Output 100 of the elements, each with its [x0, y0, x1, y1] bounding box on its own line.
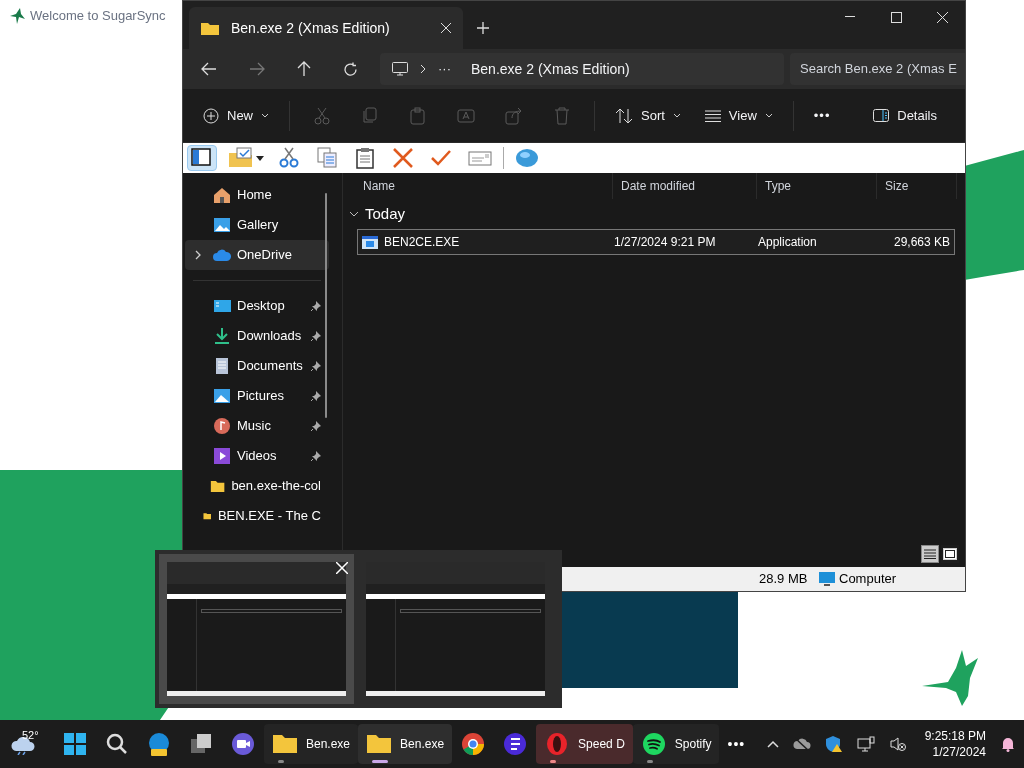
cloud-off-icon[interactable]: [792, 737, 811, 751]
status-zone: Computer: [839, 570, 897, 589]
up-icon[interactable]: [297, 61, 311, 77]
chrome-icon: [460, 731, 487, 757]
music-app-button[interactable]: Spotify: [632, 724, 720, 764]
network-icon[interactable]: [856, 736, 875, 752]
nav-item[interactable]: Pictures: [185, 381, 329, 411]
new-button[interactable]: New: [191, 98, 281, 133]
details-button[interactable]: Details: [861, 98, 949, 133]
pin-icon: [311, 331, 321, 341]
chevron-right-icon: [420, 64, 426, 74]
more-button[interactable]: •••: [719, 724, 754, 764]
file-name: BEN2CE.EXE: [384, 234, 460, 251]
more-button[interactable]: •••: [801, 98, 843, 133]
computer-icon: [392, 62, 408, 76]
spotify-icon: [640, 731, 667, 757]
nav-item[interactable]: Downloads: [185, 321, 329, 351]
plus-icon: [477, 22, 489, 34]
nav-item[interactable]: OneDrive: [185, 240, 329, 270]
documents-icon: [213, 357, 231, 375]
pane-icon: [190, 147, 214, 169]
column-header[interactable]: Name: [343, 173, 613, 199]
copy-icon: [316, 147, 340, 169]
group-header: Today: [365, 203, 406, 224]
address-path: Ben.exe 2 (Xmas Edition): [471, 59, 630, 79]
address-bar[interactable]: ··· Ben.exe 2 (Xmas Edition): [380, 53, 784, 85]
pictures-icon: [213, 387, 231, 405]
nav-item[interactable]: Desktop: [185, 291, 329, 321]
path-overflow-button[interactable]: ···: [438, 59, 451, 79]
dropdown-caret-icon: [256, 155, 264, 161]
start-icon: [62, 731, 88, 757]
close-icon[interactable]: [441, 23, 451, 33]
tab[interactable]: Ben.exe 2 (Xmas Edition): [189, 7, 463, 49]
videos-icon: [213, 447, 231, 465]
nav-item[interactable]: Gallery: [185, 210, 329, 240]
window-preview[interactable]: [159, 554, 354, 704]
folder-icon: [201, 21, 219, 35]
list-icon: [924, 549, 936, 559]
size-cell-text: 29,663 KB: [892, 234, 951, 251]
search-field[interactable]: Search Ben.exe 2 (Xmas E: [790, 53, 965, 85]
gallery-icon: [213, 216, 231, 234]
sort-arrows-icon: [615, 107, 633, 124]
type-cell-text: Application: [758, 234, 818, 251]
folder-check-icon: [228, 147, 252, 169]
file-explorer-button[interactable]: Ben.exe: [264, 724, 359, 764]
pin-icon: [311, 451, 321, 461]
tiles-view-button[interactable]: [941, 545, 959, 563]
list-app-icon: [502, 731, 529, 757]
column-header[interactable]: Type: [757, 173, 877, 199]
refresh-icon[interactable]: [343, 61, 358, 77]
view-button[interactable]: View: [692, 98, 785, 133]
back-icon[interactable]: [201, 62, 217, 76]
browser-button[interactable]: Speed D: [536, 724, 633, 764]
home-icon: [213, 186, 231, 204]
nav-item[interactable]: Documents: [185, 351, 329, 381]
pin-icon: [311, 301, 321, 311]
window-title: Welcome to SugarSync: [30, 7, 166, 25]
sort-button[interactable]: Sort: [603, 98, 693, 133]
clock[interactable]: 9:25:18 PM 1/27/2024: [924, 728, 986, 760]
details-view-button[interactable]: [921, 545, 939, 563]
details-pane-icon: [873, 109, 890, 122]
scrollbar[interactable]: [325, 193, 327, 418]
music-icon: [213, 417, 231, 435]
pane-tool-button[interactable]: [187, 145, 217, 171]
maximize-icon: [890, 11, 902, 23]
nav-item[interactable]: Music: [185, 411, 329, 441]
application-icon: [362, 235, 378, 249]
chevron-up-icon[interactable]: [766, 740, 779, 748]
caret-icon: [672, 112, 681, 119]
date-cell-text: 1/27/2024 9:21 PM: [614, 234, 717, 251]
temperature: 52°: [22, 728, 39, 743]
lines-icon: [704, 109, 721, 122]
bell-icon[interactable]: [1000, 736, 1016, 752]
camera-icon: [230, 731, 256, 757]
nav-item[interactable]: ben.exe-the-col: [185, 471, 329, 501]
column-header[interactable]: Size: [877, 173, 957, 199]
status-size: 28.9 MB: [758, 570, 809, 589]
close-icon: [936, 11, 948, 23]
file-row[interactable]: BEN2CE.EXE 1/27/2024 9:21 PM Application 29,663 KB: [357, 229, 955, 255]
shield-warning-icon[interactable]: [824, 735, 843, 753]
nav-item[interactable]: Home: [185, 180, 329, 210]
pin-icon: [311, 361, 321, 371]
file-explorer-button[interactable]: Ben.exe: [358, 724, 453, 764]
blob-icon: [515, 147, 539, 169]
download-icon: [213, 327, 231, 345]
column-header[interactable]: Date modified: [613, 173, 757, 199]
chevron-right-icon: [195, 250, 201, 260]
chevron-down-icon[interactable]: [349, 211, 359, 217]
delete-icon: [392, 147, 416, 169]
desktop-icon: [213, 297, 231, 315]
minimize-icon: [845, 16, 855, 18]
nav-item[interactable]: BEN.EXE - The C: [185, 501, 329, 531]
caret-icon: [261, 112, 269, 119]
forward-icon[interactable]: [249, 62, 265, 76]
pin-icon: [311, 421, 321, 431]
search-placeholder: Search Ben.exe 2 (Xmas E: [800, 60, 957, 79]
volume-muted-icon[interactable]: [888, 736, 907, 752]
pin-icon: [311, 391, 321, 401]
nav-item[interactable]: Videos: [185, 441, 329, 471]
caret-icon: [764, 112, 773, 119]
